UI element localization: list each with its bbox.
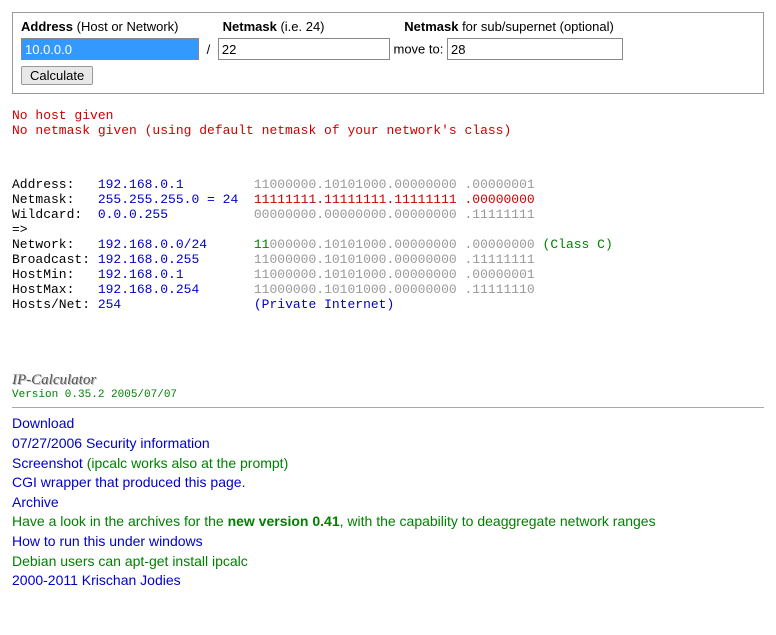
address-input[interactable]	[21, 38, 199, 60]
archive-note: Have a look in the archives for the new …	[12, 513, 656, 529]
warning-messages: No host given No netmask given (using de…	[12, 108, 764, 138]
netmask2-label: Netmask for sub/supernet (optional)	[404, 19, 614, 34]
version-text: Version 0.35.2 2005/07/07	[12, 389, 764, 401]
debian-note: Debian users can apt-get install ipcalc	[12, 553, 248, 569]
slash-separator: /	[207, 42, 211, 57]
download-link[interactable]: Download	[12, 415, 74, 431]
calc-form: Address (Host or Network) Netmask (i.e. …	[12, 12, 764, 94]
security-link[interactable]: 07/27/2006 Security information	[12, 435, 210, 451]
archive-link[interactable]: Archive	[12, 494, 59, 510]
move-to-input[interactable]	[447, 38, 623, 60]
move-to-label: move to:	[394, 42, 447, 57]
screenshot-link[interactable]: Screenshot	[12, 455, 83, 471]
cgi-link[interactable]: CGI wrapper that produced this page.	[12, 474, 245, 490]
results-block: Address: 192.168.0.1 11000000.10101000.0…	[12, 178, 764, 312]
divider	[12, 407, 764, 408]
footer-links: Download 07/27/2006 Security information…	[12, 414, 764, 590]
netmask-label: Netmask (i.e. 24)	[223, 19, 401, 34]
address-label: Address (Host or Network)	[21, 19, 219, 34]
screenshot-aside: (ipcalc works also at the prompt)	[83, 455, 288, 471]
app-logo: IP-Calculator	[12, 372, 764, 389]
calculate-button[interactable]	[21, 66, 93, 85]
netmask-input[interactable]	[218, 38, 390, 60]
author-link[interactable]: 2000-2011 Krischan Jodies	[12, 572, 181, 588]
windows-link[interactable]: How to run this under windows	[12, 533, 203, 549]
